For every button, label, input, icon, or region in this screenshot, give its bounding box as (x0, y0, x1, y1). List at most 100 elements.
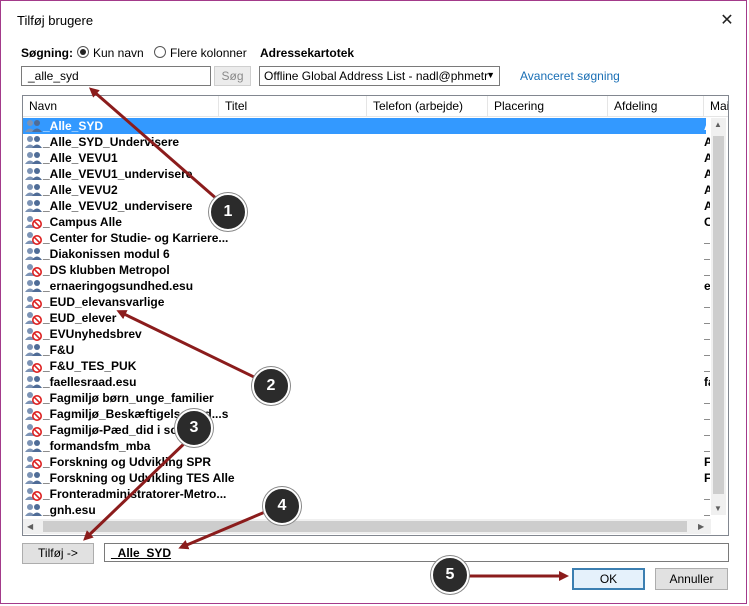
list-item-name: _Alle_SYD_Undervisere (43, 135, 180, 149)
list-item[interactable]: _formandsfm_mba _ (23, 438, 710, 454)
list-item[interactable]: _Fronteradministratorer-Metro... _ (23, 486, 710, 502)
list-item-name: _Diakonissen modul 6 (43, 247, 170, 261)
list-item-name: _Alle_VEVU2_undervisere (43, 199, 193, 213)
group-icon (25, 167, 43, 181)
address-book-select[interactable]: Offline Global Address List - nadl@phmet… (259, 66, 500, 86)
list-item-name: _EVUnyhedsbrev (43, 327, 142, 341)
search-button[interactable]: Søg (214, 66, 251, 86)
list-item[interactable]: _Alle_VEVU1 A (23, 150, 710, 166)
vertical-scroll-thumb[interactable] (713, 136, 724, 494)
list-item-name: _Forskning og Udvikling SPR (43, 455, 212, 469)
list-header: Navn Titel Telefon (arbejde) Placering A… (23, 96, 728, 117)
list-item-mail-edge: A (704, 183, 710, 197)
list-item[interactable]: _Alle_SYD A (23, 118, 710, 134)
list-item-mail-edge: _ (704, 327, 710, 341)
list-item[interactable]: _Alle_VEVU2 A (23, 182, 710, 198)
list-item-mail-edge: _ (704, 359, 710, 373)
list-item[interactable]: _F&U_TES_PUK _ (23, 358, 710, 374)
advanced-search-link[interactable]: Avanceret søgning (520, 69, 620, 83)
scroll-up-icon[interactable]: ▲ (714, 120, 722, 129)
scroll-right-icon[interactable]: ▶ (698, 522, 704, 531)
column-header-phone[interactable]: Telefon (arbejde) (367, 96, 488, 116)
list-item[interactable]: _Forskning og Udvikling SPR F (23, 454, 710, 470)
vertical-scrollbar[interactable]: ▲ ▼ (711, 118, 726, 515)
address-book-value: Offline Global Address List - nadl@phmet… (264, 69, 489, 83)
list-item-mail-edge: A (704, 167, 710, 181)
blocked-group-icon (25, 359, 43, 373)
list-item[interactable]: _Alle_SYD_Undervisere A (23, 134, 710, 150)
group-icon (25, 119, 43, 133)
list-item-mail-edge: _ (704, 311, 710, 325)
list-item-name: _gnh.esu (43, 503, 96, 517)
list-item[interactable]: _faellesraad.esu fa (23, 374, 710, 390)
blocked-group-icon (25, 407, 43, 421)
radio-more-columns[interactable] (154, 46, 166, 58)
ok-button[interactable]: OK (572, 568, 645, 590)
list-item[interactable]: _ernaeringogsundhed.esu e (23, 278, 710, 294)
list-item-mail-edge: F (704, 455, 710, 469)
blocked-group-icon (25, 295, 43, 309)
horizontal-scrollbar[interactable]: ◀ ▶ (23, 519, 711, 534)
list-item-name: _Alle_VEVU1_undervisere (43, 167, 193, 181)
horizontal-scroll-thumb[interactable] (43, 521, 687, 532)
blocked-group-icon (25, 215, 43, 229)
scroll-left-icon[interactable]: ◀ (27, 522, 33, 531)
column-header-name[interactable]: Navn (23, 96, 219, 116)
column-header-department[interactable]: Afdeling (608, 96, 704, 116)
add-button[interactable]: Tilføj -> (22, 543, 94, 564)
search-label: Søgning: (21, 46, 73, 60)
list-item-name: _Fagmiljø børn_unge_familier (43, 391, 214, 405)
scroll-down-icon[interactable]: ▼ (714, 504, 722, 513)
list-item-mail-edge: _ (704, 391, 710, 405)
list-item-name: _Fronteradministratorer-Metro... (43, 487, 227, 501)
list-item-name: _F&U (43, 343, 75, 357)
list-item[interactable]: _EUD_elevansvarlige _ (23, 294, 710, 310)
radio-more-columns-label: Flere kolonner (170, 46, 247, 60)
list-item-mail-edge: A (704, 135, 710, 149)
list-item-mail-edge: _ (704, 263, 710, 277)
list-item[interactable]: _DS klubben Metropol _ (23, 262, 710, 278)
list-item-name: _EUD_elevansvarlige (43, 295, 165, 309)
list-item[interactable]: _Fagmiljø_Beskæftigelsesind...s_ (23, 406, 710, 422)
blocked-group-icon (25, 311, 43, 325)
column-header-location[interactable]: Placering (488, 96, 608, 116)
cancel-button[interactable]: Annuller (655, 568, 728, 590)
column-header-mail[interactable]: Mai (704, 96, 728, 116)
selected-users-field[interactable]: _Alle_SYD (104, 543, 729, 562)
list-item[interactable]: _Diakonissen modul 6 _ (23, 246, 710, 262)
column-header-title[interactable]: Titel (219, 96, 367, 116)
list-item-mail-edge: _ (704, 423, 710, 437)
group-icon (25, 247, 43, 261)
list-item[interactable]: _EUD_elever _ (23, 310, 710, 326)
list-item-name: _formandsfm_mba (43, 439, 151, 453)
list-item[interactable]: _Fagmiljø børn_unge_familier _ (23, 390, 710, 406)
title-bar: Tilføj brugere ✕ (1, 1, 746, 37)
list-item[interactable]: _F&U _ (23, 342, 710, 358)
list-item[interactable]: _Alle_VEVU1_undervisere A (23, 166, 710, 182)
list-item[interactable]: _Forskning og Udvikling TES Alle F (23, 470, 710, 486)
group-icon (25, 375, 43, 389)
group-icon (25, 151, 43, 165)
blocked-group-icon (25, 231, 43, 245)
list-item[interactable]: _Center for Studie- og Karriere... _ (23, 230, 710, 246)
radio-name-only[interactable] (77, 46, 89, 58)
callout-5: 5 (431, 556, 469, 594)
list-item-mail-edge: A (704, 151, 710, 165)
address-book-label: Adressekartotek (260, 46, 355, 60)
search-input[interactable]: _alle_syd (21, 66, 211, 86)
group-icon (25, 183, 43, 197)
close-icon[interactable]: ✕ (713, 7, 741, 35)
list-item[interactable]: _gnh.esu _ (23, 502, 710, 518)
blocked-group-icon (25, 455, 43, 469)
dialog-title: Tilføj brugere (17, 13, 94, 28)
list-item[interactable]: _EVUnyhedsbrev _ (23, 326, 710, 342)
list-item-name: _EUD_elever (43, 311, 117, 325)
list-item[interactable]: _Campus Alle C (23, 214, 710, 230)
list-item[interactable]: _Fagmiljø-Pæd_did i social..._ (23, 422, 710, 438)
list-item-name: _Forskning og Udvikling TES Alle (43, 471, 235, 485)
blocked-group-icon (25, 423, 43, 437)
list-item[interactable]: _Alle_VEVU2_undervisere A (23, 198, 710, 214)
list-item-name: _Alle_VEVU1 (43, 151, 118, 165)
chevron-down-icon: ▼ (486, 70, 495, 80)
list-item-mail-edge: F (704, 471, 710, 485)
